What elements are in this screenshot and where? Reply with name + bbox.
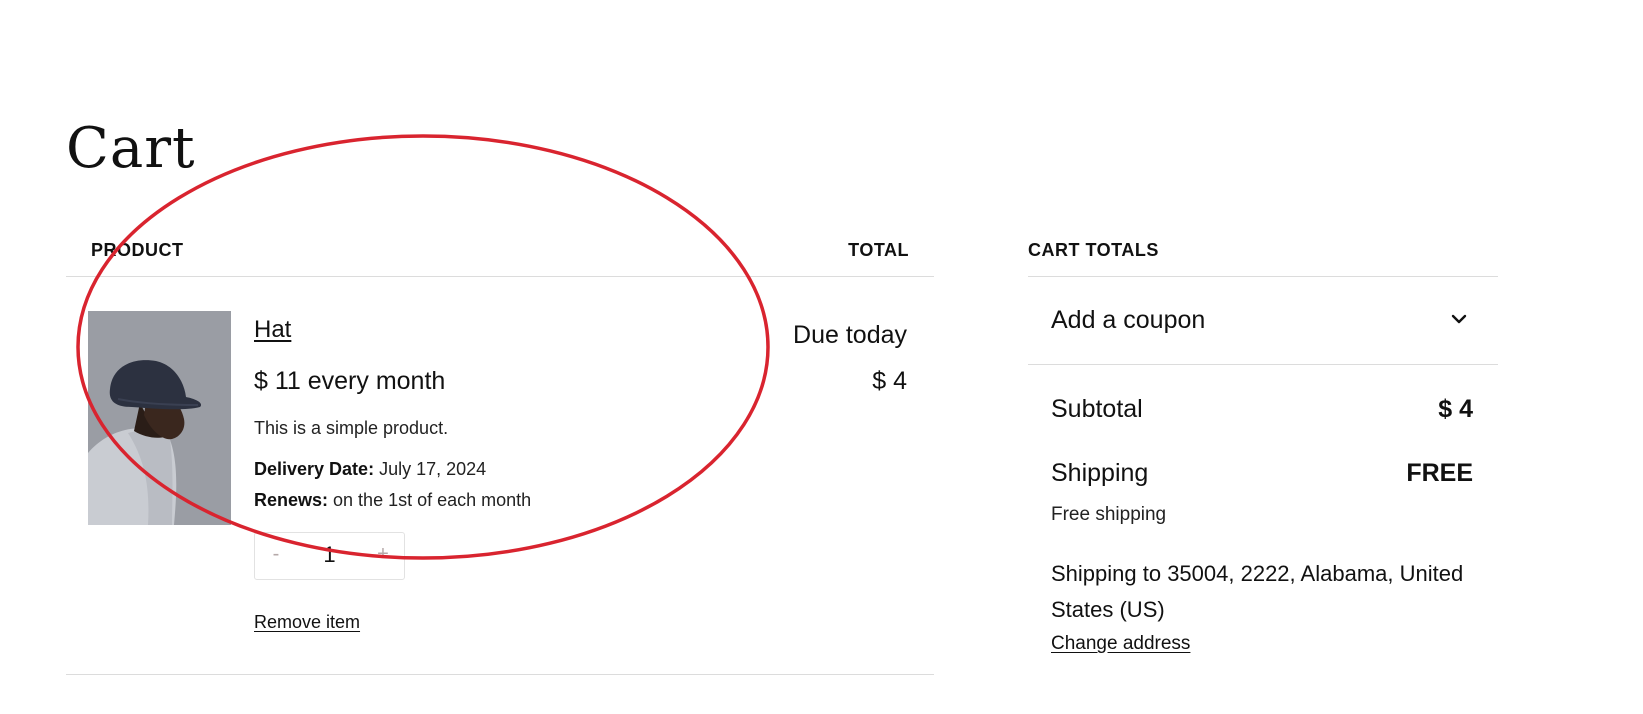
change-address-link[interactable]: Change address [1051,633,1190,655]
column-header-total: TOTAL [848,240,909,260]
renews-value: on the 1st of each month [328,490,532,510]
add-coupon-label: Add a coupon [1051,306,1206,334]
product-image[interactable] [88,311,231,525]
product-price: $ 11 every month [254,367,446,395]
product-description: This is a simple product. [254,418,449,438]
shipping-value: FREE [1406,459,1473,487]
add-coupon-toggle[interactable]: Add a coupon [1028,277,1498,365]
cart-row-divider [66,674,934,675]
cart-totals-title: CART TOTALS [1028,240,1159,260]
chevron-down-icon[interactable] [1450,313,1468,325]
due-today-amount: $ 4 [872,367,907,395]
cart-page: Cart PRODUCT TOTAL Hat $ 11 every month … [0,0,1643,714]
quantity-decrease-button[interactable]: - [265,543,287,566]
delivery-date-value: July 17, 2024 [374,459,487,479]
subtotal-value: $ 4 [1438,395,1473,423]
cart-table-header: PRODUCT TOTAL [66,239,934,277]
product-name-link[interactable]: Hat [254,316,291,344]
shipping-address: Shipping to 35004, 2222, Alabama, United… [1051,561,1464,622]
page-title: Cart [66,116,196,181]
shipping-method: Free shipping [1051,504,1167,525]
due-today-label: Due today [793,321,907,349]
shipping-label: Shipping [1051,459,1149,487]
remove-item-link[interactable]: Remove item [254,612,360,633]
delivery-date: Delivery Date: July 17, 2024 [254,459,486,480]
quantity-input[interactable]: 1 [323,542,335,568]
cart-totals-header: CART TOTALS [1028,239,1498,277]
renews-label: Renews: [254,490,329,510]
delivery-date-label: Delivery Date: [254,459,375,479]
quantity-increase-button[interactable]: + [372,543,394,566]
renews-info: Renews: on the 1st of each month [254,490,531,511]
column-header-product: PRODUCT [91,240,184,260]
product-photo-hat [88,311,231,525]
quantity-stepper[interactable]: - 1 + [254,532,405,580]
subtotal-label: Subtotal [1051,395,1143,423]
